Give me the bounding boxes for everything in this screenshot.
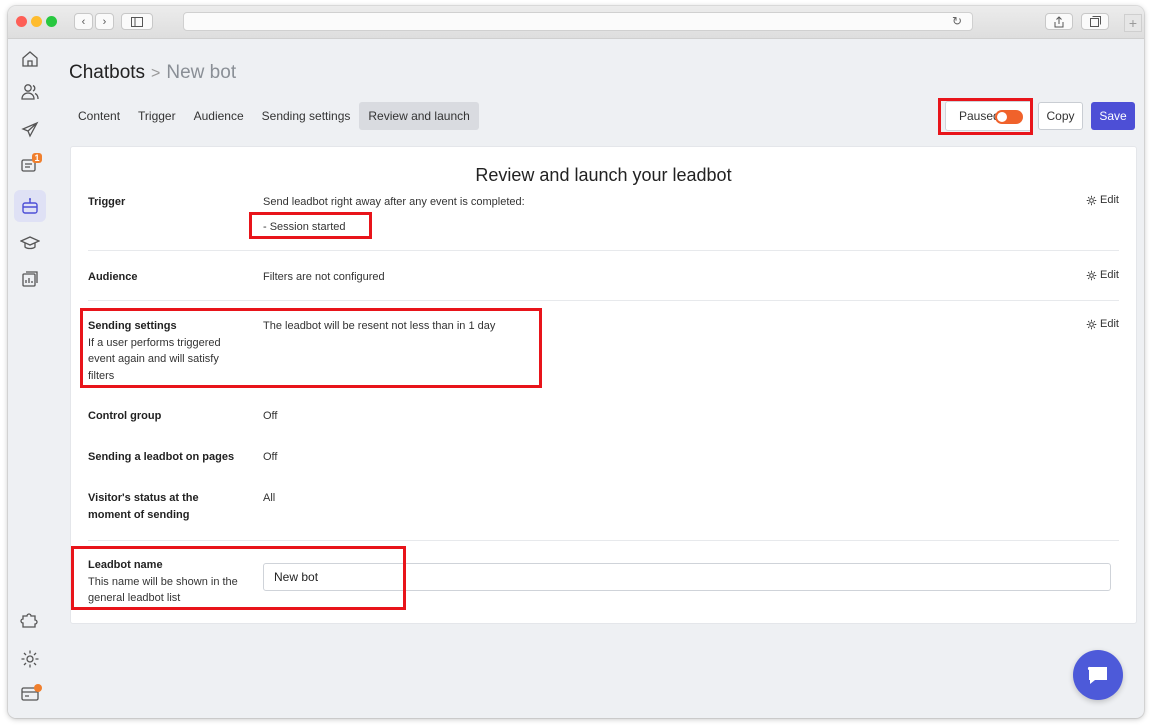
breadcrumb-separator: > xyxy=(151,65,161,82)
puzzle-icon xyxy=(20,613,38,628)
users-icon xyxy=(21,84,39,100)
analytics-icon xyxy=(22,271,38,287)
share-button[interactable] xyxy=(1045,13,1073,30)
new-tab-button[interactable]: + xyxy=(1124,14,1142,32)
address-bar[interactable]: ↻ xyxy=(183,12,973,31)
unread-badge: 1 xyxy=(32,153,42,163)
control-group-value: Off xyxy=(263,410,278,422)
forward-button[interactable]: › xyxy=(95,13,114,30)
tab-content[interactable]: Content xyxy=(69,102,129,130)
sidebar-item-chatbots[interactable] xyxy=(14,190,46,222)
visitor-status-value: All xyxy=(263,492,276,504)
sidebar-toggle-button[interactable] xyxy=(121,13,153,30)
sidebar-icon xyxy=(131,16,143,27)
sidebar-item-billing[interactable] xyxy=(20,683,42,703)
highlight-leadbot-name xyxy=(71,546,406,610)
highlight-paused-toggle xyxy=(938,98,1033,135)
chevron-left-icon: ‹ xyxy=(81,15,86,28)
tab-sending-settings[interactable]: Sending settings xyxy=(253,102,360,130)
chat-bubble-icon xyxy=(1087,666,1107,684)
browser-toolbar: ‹ › ↻ + xyxy=(8,6,1144,39)
audience-value: Filters are not configured xyxy=(263,271,385,283)
reload-icon[interactable]: ↻ xyxy=(952,14,962,28)
breadcrumb-current: New bot xyxy=(166,62,237,83)
tab-trigger[interactable]: Trigger xyxy=(129,102,185,130)
chevron-right-icon: › xyxy=(102,15,107,28)
bot-icon xyxy=(22,198,38,214)
row-divider xyxy=(88,250,1119,251)
tab-review-and-launch[interactable]: Review and launch xyxy=(359,102,479,130)
highlight-sending-settings xyxy=(80,308,542,388)
trigger-label: Trigger xyxy=(88,196,126,208)
share-icon xyxy=(1054,15,1064,27)
visitor-status-label: Visitor's status at the moment of sendin… xyxy=(88,492,199,521)
tabs-icon xyxy=(1089,16,1101,27)
tabs-overview-button[interactable] xyxy=(1081,13,1109,30)
sidebar-item-campaigns[interactable] xyxy=(20,120,40,140)
sidebar-item-academy[interactable] xyxy=(19,233,41,253)
audience-label: Audience xyxy=(88,271,138,283)
browser-window: ‹ › ↻ + 1 Chatbots > New bot Content Tri… xyxy=(8,6,1144,718)
tab-bar: Content Trigger Audience Sending setting… xyxy=(69,102,479,130)
back-button[interactable]: ‹ xyxy=(74,13,93,30)
sidebar-item-conversations[interactable]: 1 xyxy=(20,153,42,175)
breadcrumb-root[interactable]: Chatbots xyxy=(69,62,145,83)
gear-icon xyxy=(1086,270,1097,280)
gear-icon xyxy=(1086,319,1097,329)
highlight-trigger-event xyxy=(249,212,372,239)
pages-label: Sending a leadbot on pages xyxy=(88,451,235,463)
trigger-value: Send leadbot right away after any event … xyxy=(263,196,525,208)
sidebar-item-settings[interactable] xyxy=(20,649,40,669)
control-group-label: Control group xyxy=(88,410,162,422)
sidebar-item-users[interactable] xyxy=(20,82,40,102)
panel-title: Review and launch your leadbot xyxy=(475,165,732,185)
breadcrumb: Chatbots > New bot xyxy=(69,62,236,84)
close-window-button[interactable] xyxy=(16,16,27,27)
edit-sending-settings-button[interactable]: Edit xyxy=(1086,318,1119,330)
gear-icon xyxy=(1086,195,1097,205)
sidebar-item-home[interactable] xyxy=(20,49,40,69)
maximize-window-button[interactable] xyxy=(46,16,57,27)
home-icon xyxy=(22,51,38,67)
chat-widget-button[interactable] xyxy=(1073,650,1123,700)
save-button[interactable]: Save xyxy=(1091,102,1135,130)
tab-audience[interactable]: Audience xyxy=(185,102,253,130)
settings-icon xyxy=(21,650,39,668)
row-divider xyxy=(88,540,1119,541)
sidebar-item-integrations[interactable] xyxy=(20,609,40,629)
sidebar-item-analytics[interactable] xyxy=(20,269,40,289)
graduation-cap-icon xyxy=(19,236,41,250)
edit-trigger-button[interactable]: Edit xyxy=(1086,194,1119,206)
edit-audience-button[interactable]: Edit xyxy=(1086,269,1119,281)
row-divider xyxy=(88,300,1119,301)
notification-dot xyxy=(34,684,42,692)
send-icon xyxy=(21,121,39,138)
copy-button[interactable]: Copy xyxy=(1038,102,1083,130)
minimize-window-button[interactable] xyxy=(31,16,42,27)
pages-value: Off xyxy=(263,451,278,463)
app-sidebar: 1 xyxy=(8,39,52,718)
